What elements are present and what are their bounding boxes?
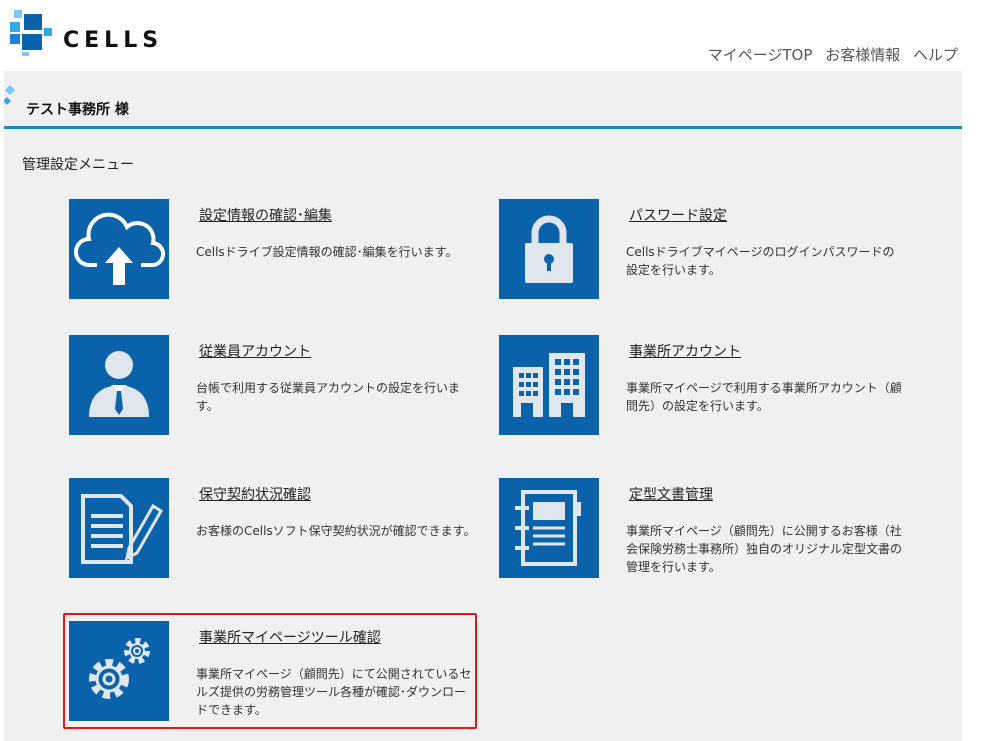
cells-logo-mark-icon: [10, 10, 52, 56]
top-navigation: マイページTOP お客様情報 ヘルプ: [700, 44, 958, 65]
nav-mypage-top-link[interactable]: マイページTOP: [708, 46, 813, 64]
lock-icon: [525, 215, 573, 283]
card-tile[interactable]: [69, 199, 169, 299]
notebook-icon: [515, 490, 581, 566]
card-description: Cellsドライブ設定情報の確認･編集を行います。: [196, 245, 458, 259]
diamond-bullet-icon: [4, 85, 15, 105]
card-description: 事業所マイページ（顧問先）に公開するお客様（社会保険労務士事務所）独自のオリジナ…: [626, 524, 903, 574]
card-tile[interactable]: [499, 335, 599, 435]
card-settings-edit[interactable]: 設定情報の確認･編集 Cellsドライブ設定情報の確認･編集を行います。: [69, 199, 489, 299]
guest-name: テスト事務所 様: [26, 102, 129, 118]
card-description: 台帳で利用する従業員アカウントの設定を行います。: [196, 381, 461, 413]
employee-icon: [89, 351, 149, 417]
card-maintenance-contract[interactable]: 保守契約状況確認 お客様のCellsソフト保守契約状況が確認できます。: [69, 478, 489, 578]
brand-name: CELLS: [63, 28, 164, 53]
nav-help-link[interactable]: ヘルプ: [913, 46, 958, 64]
contract-document-icon: [81, 494, 164, 564]
card-office-account[interactable]: 事業所アカウント 事業所マイページで利用する事業所アカウント（顧問先）の設定を行…: [499, 335, 919, 435]
header-divider: [4, 126, 962, 129]
card-password[interactable]: パスワード設定 Cellsドライブマイページのログインパスワードの設定を行います…: [499, 199, 919, 299]
nav-customer-info-link[interactable]: お客様情報: [825, 46, 900, 64]
card-tile[interactable]: [69, 478, 169, 578]
cells-logo[interactable]: CELLS: [8, 8, 178, 58]
office-building-icon: [513, 353, 585, 417]
card-title[interactable]: 従業員アカウント: [199, 341, 311, 361]
card-title[interactable]: パスワード設定: [629, 205, 727, 225]
highlight-box: [63, 613, 477, 729]
card-description: Cellsドライブマイページのログインパスワードの設定を行います。: [626, 245, 895, 277]
cloud-upload-icon: [74, 212, 166, 285]
card-tile[interactable]: [499, 478, 599, 578]
card-description: お客様のCellsソフト保守契約状況が確認できます。: [196, 524, 476, 538]
card-description: 事業所マイページで利用する事業所アカウント（顧問先）の設定を行います。: [626, 381, 902, 413]
card-title[interactable]: 事業所アカウント: [629, 341, 741, 361]
card-title[interactable]: 定型文書管理: [629, 484, 713, 504]
card-employee-account[interactable]: 従業員アカウント 台帳で利用する従業員アカウントの設定を行います。: [69, 335, 489, 435]
menu-heading: 管理設定メニュー: [22, 157, 134, 173]
card-tile[interactable]: [69, 335, 169, 435]
card-title[interactable]: 保守契約状況確認: [199, 484, 311, 504]
card-tile[interactable]: [499, 199, 599, 299]
card-title[interactable]: 設定情報の確認･編集: [199, 205, 332, 225]
card-template-documents[interactable]: 定型文書管理 事業所マイページ（顧問先）に公開するお客様（社会保険労務士事務所）…: [499, 478, 919, 578]
